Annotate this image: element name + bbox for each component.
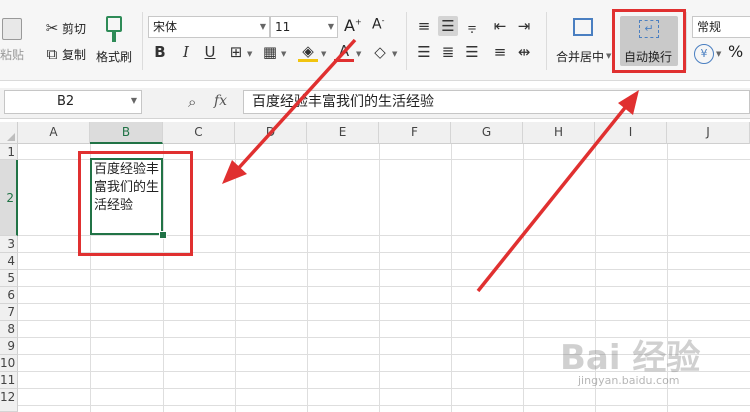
watermark-url: jingyan.baidu.com <box>578 374 680 387</box>
arrow-to-wrap-button <box>476 90 639 293</box>
arrow-to-cell <box>222 38 357 184</box>
watermark-logo: Bai 经验 <box>560 338 701 378</box>
